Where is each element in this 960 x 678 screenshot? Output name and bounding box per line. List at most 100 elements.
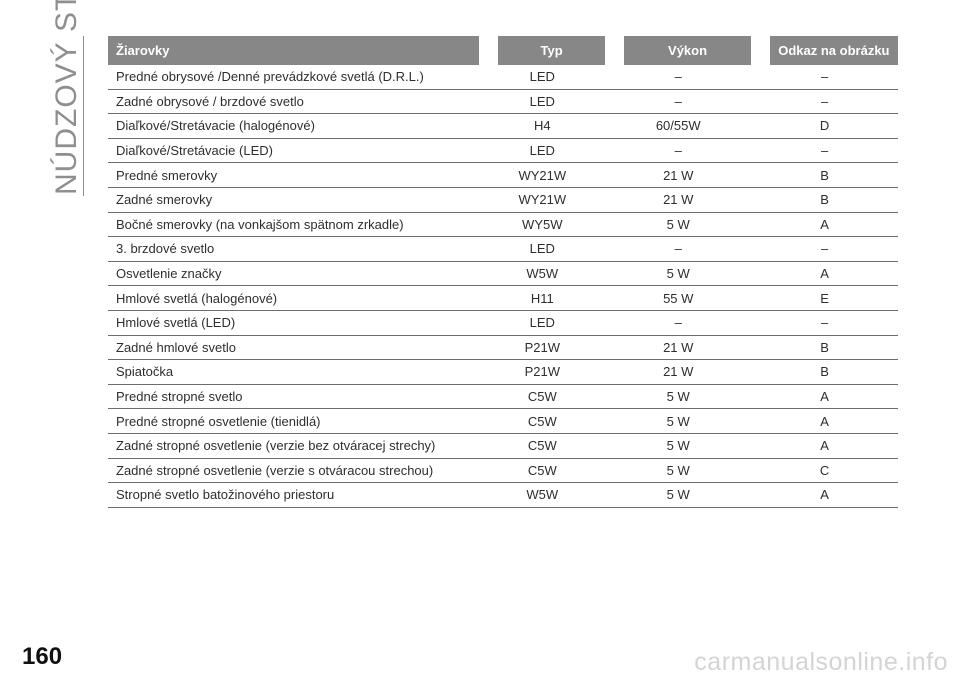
header-gap xyxy=(751,36,770,65)
header-figure-reference: Odkaz na obrázku xyxy=(769,36,898,65)
header-type: Typ xyxy=(497,36,606,65)
bulb-name-cell: Stropné svetlo batožinového priestoru xyxy=(108,483,480,508)
page-number: 160 xyxy=(22,643,63,670)
figure-reference-cell: B xyxy=(751,360,898,385)
bulb-type-cell: LED xyxy=(479,237,606,262)
bulb-type-cell: LED xyxy=(479,311,606,336)
bulb-name-cell: Zadné stropné osvetlenie (verzie s otvár… xyxy=(108,459,480,484)
figure-reference-cell: – xyxy=(751,90,898,115)
table-row: Hmlové svetlá (halogénové) H11 55 WE xyxy=(108,286,898,311)
table-row: Zadné obrysové / brzdové svetlo LED – – xyxy=(108,90,898,115)
bulb-power-cell: 5 W xyxy=(605,483,752,508)
figure-reference-cell: B xyxy=(751,163,898,188)
bulb-power-cell: 5 W xyxy=(605,385,752,410)
bulb-power-cell: 5 W xyxy=(605,434,752,459)
table-row: Diaľkové/Stretávacie (halogénové) H4 60/55… xyxy=(108,114,898,139)
bulb-name-cell: Diaľkové/Stretávacie (LED) xyxy=(108,139,480,164)
figure-reference-cell: – xyxy=(751,139,898,164)
table-row: Bočné smerovky (na vonkajšom spätnom zrk… xyxy=(108,213,898,238)
bulb-power-cell: 21 W xyxy=(605,163,752,188)
table-row: Stropné svetlo batožinového priestoru W5W… xyxy=(108,483,898,508)
bulb-power-cell: 55 W xyxy=(605,286,752,311)
figure-reference-cell: A xyxy=(751,483,898,508)
bulb-power-cell: – xyxy=(605,90,752,115)
bulb-type-cell: H11 xyxy=(479,286,606,311)
table-row: Zadné hmlové svetlo P21W 21 WB xyxy=(108,336,898,361)
bulb-name-cell: Predné obrysové /Denné prevádzkové svetl… xyxy=(108,65,480,90)
section-title: NÚDZOVÝ STAV xyxy=(50,0,83,195)
table-row: Zadné stropné osvetlenie (verzie s otvár… xyxy=(108,459,898,484)
bulb-power-cell: 21 W xyxy=(605,336,752,361)
section-divider xyxy=(83,36,84,196)
bulb-power-cell: 60/55W xyxy=(605,114,752,139)
bulb-power-cell: 21 W xyxy=(605,188,752,213)
figure-reference-cell: A xyxy=(751,434,898,459)
bulb-name-cell: Hmlové svetlá (LED) xyxy=(108,311,480,336)
bulb-type-cell: C5W xyxy=(479,409,606,434)
bulb-type-cell: LED xyxy=(479,90,606,115)
table-row: Predné stropné svetlo C5W 5 WA xyxy=(108,385,898,410)
bulb-name-cell: Predné smerovky xyxy=(108,163,480,188)
figure-reference-cell: A xyxy=(751,262,898,287)
bulb-name-cell: Bočné smerovky (na vonkajšom spätnom zrk… xyxy=(108,213,480,238)
bulb-type-cell: LED xyxy=(479,65,606,90)
figure-reference-cell: A xyxy=(751,409,898,434)
bulb-table: Žiarovky Typ Výkon Odkaz na obrázku Pred… xyxy=(108,36,898,508)
figure-reference-cell: E xyxy=(751,286,898,311)
figure-reference-cell: – xyxy=(751,65,898,90)
bulb-name-cell: Zadné hmlové svetlo xyxy=(108,336,480,361)
header-power: Výkon xyxy=(623,36,752,65)
figure-reference-cell: B xyxy=(751,336,898,361)
table-row: Diaľkové/Stretávacie (LED) LED – – xyxy=(108,139,898,164)
table-row: Predné smerovky WY21W 21 WB xyxy=(108,163,898,188)
bulb-power-cell: – xyxy=(605,237,752,262)
bulb-type-cell: WY5W xyxy=(479,213,606,238)
watermark: carmanualsonline.info xyxy=(694,648,948,676)
bulb-type-cell: P21W xyxy=(479,336,606,361)
bulb-type-cell: C5W xyxy=(479,434,606,459)
bulb-type-cell: W5W xyxy=(479,483,606,508)
bulb-type-cell: C5W xyxy=(479,459,606,484)
table-row: Spiatočka P21W 21 WB xyxy=(108,360,898,385)
table-row: Hmlové svetlá (LED) LED – – xyxy=(108,311,898,336)
bulb-power-cell: 5 W xyxy=(605,262,752,287)
figure-reference-cell: B xyxy=(751,188,898,213)
bulb-name-cell: Zadné smerovky xyxy=(108,188,480,213)
bulb-name-cell: Zadné stropné osvetlenie (verzie bez otv… xyxy=(108,434,480,459)
table-row: Osvetlenie značky W5W 5 WA xyxy=(108,262,898,287)
bulb-power-cell: 5 W xyxy=(605,409,752,434)
bulb-type-cell: P21W xyxy=(479,360,606,385)
bulb-type-cell: W5W xyxy=(479,262,606,287)
bulb-type-cell: H4 xyxy=(479,114,606,139)
table-header-row: Žiarovky Typ Výkon Odkaz na obrázku xyxy=(108,36,898,65)
figure-reference-cell: C xyxy=(751,459,898,484)
bulb-type-cell: C5W xyxy=(479,385,606,410)
bulb-power-cell: 5 W xyxy=(605,213,752,238)
bulb-name-cell: Predné stropné osvetlenie (tienidlá) xyxy=(108,409,480,434)
table-row: Zadné smerovky WY21W 21 WB xyxy=(108,188,898,213)
bulb-power-cell: – xyxy=(605,65,752,90)
bulb-type-cell: LED xyxy=(479,139,606,164)
header-bulbs: Žiarovky xyxy=(108,36,480,65)
bulb-name-cell: 3. brzdové svetlo xyxy=(108,237,480,262)
figure-reference-cell: A xyxy=(751,385,898,410)
table-row: Predné obrysové /Denné prevádzkové svetl… xyxy=(108,65,898,90)
bulb-name-cell: Predné stropné svetlo xyxy=(108,385,480,410)
table-row: Zadné stropné osvetlenie (verzie bez otv… xyxy=(108,434,898,459)
bulb-power-cell: – xyxy=(605,311,752,336)
bulb-power-cell: 5 W xyxy=(605,459,752,484)
bulb-type-cell: WY21W xyxy=(479,188,606,213)
bulb-type-cell: WY21W xyxy=(479,163,606,188)
bulb-name-cell: Diaľkové/Stretávacie (halogénové) xyxy=(108,114,480,139)
header-gap xyxy=(479,36,498,65)
figure-reference-cell: – xyxy=(751,237,898,262)
bulb-name-cell: Spiatočka xyxy=(108,360,480,385)
header-gap xyxy=(605,36,624,65)
figure-reference-cell: A xyxy=(751,213,898,238)
bulb-power-cell: – xyxy=(605,139,752,164)
bulb-name-cell: Hmlové svetlá (halogénové) xyxy=(108,286,480,311)
figure-reference-cell: D xyxy=(751,114,898,139)
table-row: Predné stropné osvetlenie (tienidlá) C5W 5… xyxy=(108,409,898,434)
bulb-power-cell: 21 W xyxy=(605,360,752,385)
table-body: Predné obrysové /Denné prevádzkové svetl… xyxy=(108,65,898,508)
